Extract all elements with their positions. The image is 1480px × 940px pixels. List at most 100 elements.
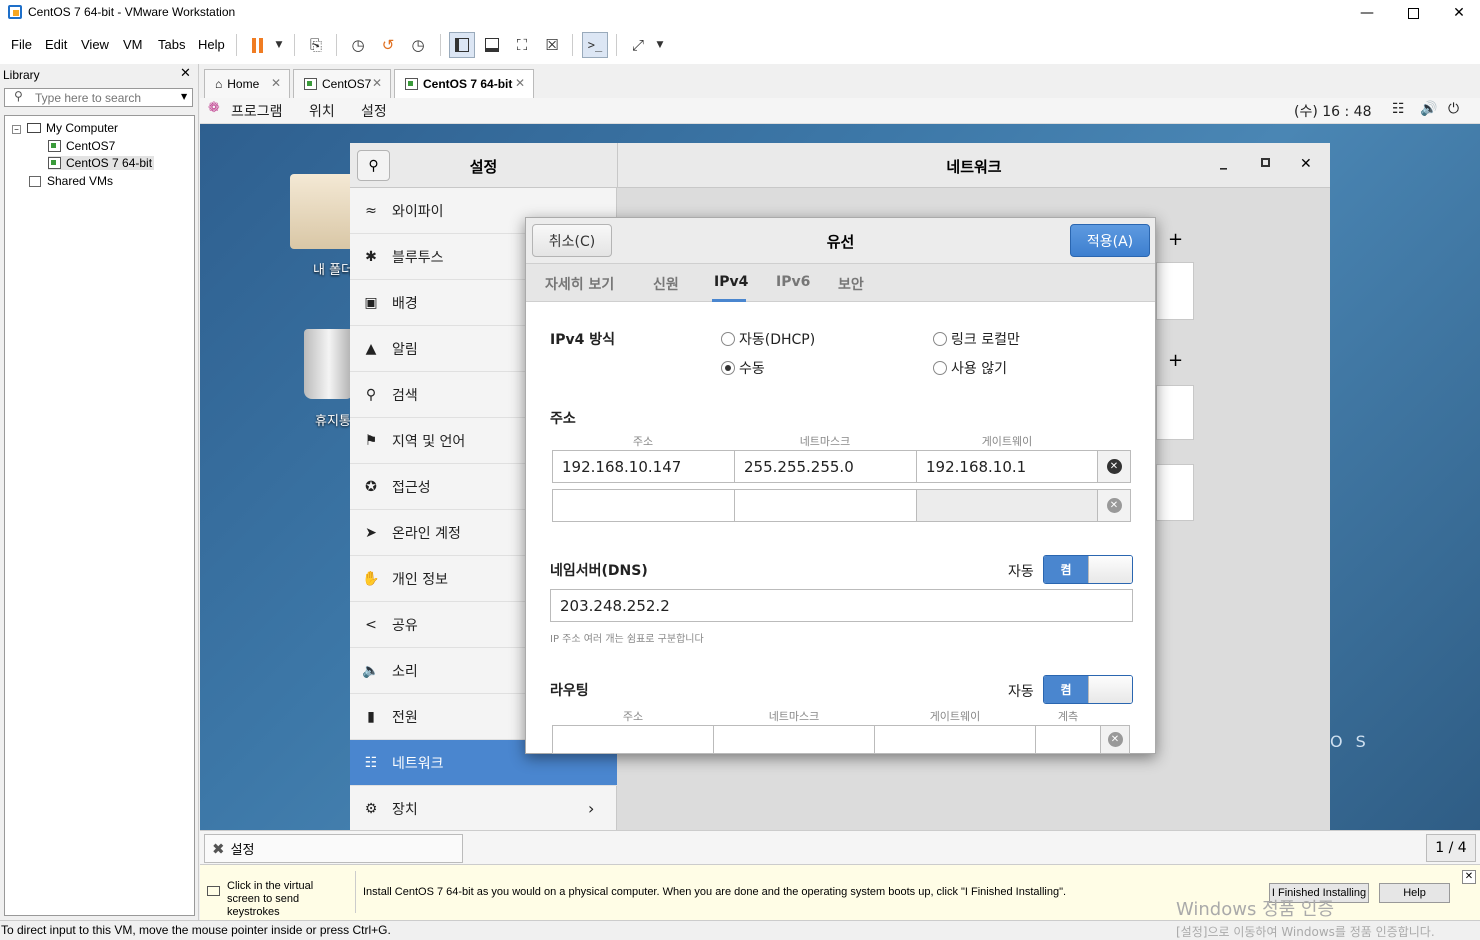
route-netmask-input[interactable] (713, 725, 875, 754)
menu-help[interactable]: Help (198, 37, 225, 52)
tab-centos7-64bit[interactable]: CentOS 7 64-bit ✕ (394, 69, 534, 98)
network-wired-icon[interactable]: ☷ (1392, 101, 1405, 117)
dns-input[interactable]: 203.248.252.2 (550, 589, 1133, 622)
window-list-item-settings[interactable]: ✖ 설정 (204, 834, 463, 863)
install-hint-bar: Click in the virtual screen to send keys… (200, 864, 1480, 920)
remove-address-button[interactable]: ✕ (1097, 450, 1131, 483)
tab-ipv4[interactable]: IPv4 (714, 274, 748, 290)
gnome-clock[interactable]: (수) 16 : 48 (1294, 101, 1372, 121)
netmask-input[interactable]: 255.255.255.0 (734, 450, 917, 483)
settings-close-icon[interactable]: ✕ (1300, 156, 1312, 172)
tab-home[interactable]: ⌂ Home ✕ (204, 69, 290, 98)
tab-ipv6[interactable]: IPv6 (776, 274, 810, 290)
activation-title: Windows 정품 인증 (1176, 899, 1335, 920)
help-button[interactable]: Help (1379, 883, 1450, 903)
library-panel: Library ✕ ⚲ ▼ − My Computer CentOS7 CentO… (0, 64, 199, 920)
share-icon: < (365, 616, 377, 633)
collapse-icon[interactable]: − (12, 125, 21, 134)
tree-label: CentOS 7 64-bit (66, 156, 153, 170)
snapshot-manager-icon[interactable]: ◷ (405, 32, 431, 58)
settings-item-label: 배경 (392, 295, 418, 312)
workspace-pager[interactable]: 1 / 4 (1426, 834, 1476, 862)
method-link-local[interactable]: 링크 로컬만 (933, 329, 1020, 349)
keyboard-icon (207, 886, 220, 896)
tab-security[interactable]: 보안 (838, 274, 864, 294)
method-manual[interactable]: 수동 (721, 358, 765, 378)
flag-icon: ⚑ (364, 432, 378, 449)
tab-details[interactable]: 자세히 보기 (545, 274, 614, 294)
tree-item-centos7[interactable]: CentOS7 (48, 139, 115, 153)
library-search-input[interactable] (35, 91, 175, 105)
route-address-input[interactable] (552, 725, 714, 754)
maximize-button[interactable] (1390, 0, 1436, 26)
trash-label: 휴지통 (315, 414, 351, 429)
tab-centos7[interactable]: CentOS7 ✕ (293, 69, 391, 98)
gnome-menu-places[interactable]: 위치 (309, 101, 335, 121)
menu-view[interactable]: View (81, 37, 109, 52)
settings-item-devices[interactable]: ⚙ 장치 › (350, 786, 617, 832)
gateway-input-empty[interactable] (916, 489, 1098, 522)
power-icon[interactable]: ⏻ (1448, 101, 1459, 117)
pause-dropdown-icon[interactable]: ▼ (266, 32, 292, 58)
tree-item-shared-vms[interactable]: Shared VMs (29, 174, 113, 188)
tree-item-centos7-64bit[interactable]: CentOS 7 64-bit (48, 156, 155, 170)
volume-icon[interactable]: 🔊 (1420, 101, 1437, 117)
remove-route-button[interactable]: ✕ (1100, 725, 1130, 754)
dns-auto-switch[interactable]: 켬 (1043, 555, 1133, 584)
proxy-card (1156, 464, 1194, 521)
remove-empty-address-button[interactable]: ✕ (1097, 489, 1131, 522)
console-view-icon[interactable]: >_ (582, 32, 608, 58)
tab-close-icon[interactable]: ✕ (372, 76, 382, 90)
wired-connection-dialog: 유선 취소(C) 적용(A) 자세히 보기 신원 IPv4 IPv6 보안 IP… (525, 217, 1156, 754)
full-screen-icon[interactable]: ⛶ (509, 32, 535, 58)
library-toggle-icon[interactable] (449, 32, 475, 58)
address-input[interactable]: 192.168.10.147 (552, 450, 735, 483)
menu-vm[interactable]: VM (123, 37, 143, 52)
add-connection-icon[interactable]: + (1168, 229, 1183, 250)
library-search: ⚲ ▼ (4, 88, 193, 107)
unity-icon[interactable]: ☒ (539, 32, 565, 58)
tree-item-my-computer[interactable]: − My Computer (12, 121, 118, 135)
stretch-dropdown-icon[interactable]: ▼ (647, 32, 673, 58)
menu-tabs[interactable]: Tabs (158, 37, 185, 52)
gnome-window-list: ✖ 설정 1 / 4 (200, 830, 1480, 864)
gnome-menu-apps[interactable]: 프로그램 (231, 101, 283, 121)
minimize-button[interactable]: — (1344, 0, 1390, 26)
menu-file[interactable]: File (11, 37, 32, 52)
thumbnail-bar-icon[interactable] (479, 32, 505, 58)
close-button[interactable]: ✕ (1436, 0, 1480, 26)
search-icon: ⚲ (14, 89, 23, 103)
desktop-watermark: O S (1330, 732, 1370, 751)
settings-minimize-icon[interactable]: _ (1220, 154, 1227, 170)
trash-icon[interactable] (304, 329, 354, 399)
apply-button[interactable]: 적용(A) (1070, 224, 1150, 257)
send-ctrl-alt-del-icon[interactable]: ⎘ (303, 32, 329, 58)
hint-close-icon[interactable]: ✕ (1462, 870, 1476, 884)
gateway-input[interactable]: 192.168.10.1 (916, 450, 1098, 483)
method-dhcp[interactable]: 자동(DHCP) (721, 329, 815, 349)
revert-snapshot-icon[interactable]: ↺ (375, 32, 401, 58)
clear-icon: ✕ (1107, 732, 1123, 747)
cancel-button[interactable]: 취소(C) (532, 224, 612, 257)
address-input-empty[interactable] (552, 489, 735, 522)
tab-close-icon[interactable]: ✕ (515, 76, 525, 90)
snapshot-icon[interactable]: ◷ (345, 32, 371, 58)
menu-bar: File Edit View VM Tabs Help ▼ ⎘ ◷ ↺ ◷ ⛶ … (0, 26, 1480, 64)
vm-icon (48, 140, 61, 152)
menu-edit[interactable]: Edit (45, 37, 67, 52)
netmask-input-empty[interactable] (734, 489, 917, 522)
tab-identity[interactable]: 신원 (653, 274, 679, 294)
tab-close-icon[interactable]: ✕ (271, 76, 281, 90)
settings-maximize-icon[interactable] (1261, 158, 1270, 167)
library-close-icon[interactable]: ✕ (180, 66, 191, 81)
search-dropdown-icon[interactable]: ▼ (181, 92, 187, 101)
gnome-menu-settings[interactable]: 설정 (361, 101, 387, 121)
route-metric-input[interactable] (1035, 725, 1101, 754)
route-gateway-input[interactable] (874, 725, 1036, 754)
method-disable[interactable]: 사용 않기 (933, 358, 1007, 378)
method-manual-label: 수동 (739, 361, 765, 377)
gnome-top-bar: ❁ 프로그램 위치 설정 (수) 16 : 48 ☷ 🔊 ⏻ (200, 98, 1480, 124)
switch-knob (1088, 556, 1132, 583)
routing-auto-switch[interactable]: 켬 (1043, 675, 1133, 704)
add-vpn-icon[interactable]: + (1168, 350, 1183, 371)
